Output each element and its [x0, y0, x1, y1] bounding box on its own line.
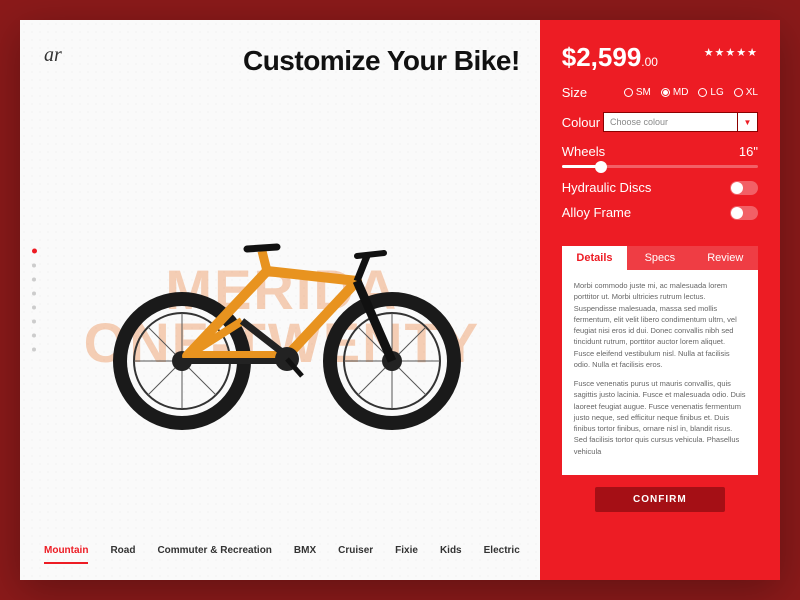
info-tabs: DetailsSpecsReview	[562, 246, 758, 270]
category-tab[interactable]: Fixie	[395, 545, 418, 564]
info-tab-specs[interactable]: Specs	[627, 246, 692, 270]
category-tab[interactable]: Commuter & Recreation	[157, 545, 271, 564]
size-row: Size SM MD LG XL	[562, 85, 758, 100]
carousel-dot[interactable]	[32, 278, 36, 282]
toggle-switch[interactable]	[730, 181, 758, 195]
carousel-dot[interactable]	[32, 306, 36, 310]
toggle-label: Alloy Frame	[562, 205, 631, 220]
product-stage: MERIDA ONE-TWENTY	[44, 97, 520, 535]
colour-label: Colour	[562, 115, 600, 130]
wheels-label: Wheels	[562, 144, 605, 159]
wheels-row: Wheels 16"	[562, 144, 758, 168]
carousel-dot[interactable]	[32, 334, 36, 338]
rating-stars: ★★★★★	[704, 46, 758, 59]
toggle-row: Hydraulic Discs	[562, 180, 758, 195]
carousel-dot[interactable]	[32, 264, 36, 268]
carousel-dot[interactable]	[32, 348, 36, 352]
size-radio-group: SM MD LG XL	[624, 87, 758, 98]
product-customizer-card: ar Customize Your Bike! MERIDA ONE-TWENT…	[20, 20, 780, 580]
category-tabs: Mountain Road Commuter & Recreation BMX Crui…	[44, 535, 520, 564]
toggle-row: Alloy Frame	[562, 205, 758, 220]
size-label: Size	[562, 85, 587, 100]
left-panel: ar Customize Your Bike! MERIDA ONE-TWENT…	[20, 20, 540, 580]
carousel-dot[interactable]	[32, 292, 36, 296]
chevron-down-icon: ▼	[737, 113, 757, 131]
details-paragraph-1: Morbi commodo juste mi, ac malesuada lor…	[574, 280, 746, 370]
size-radio-xl[interactable]: XL	[734, 87, 758, 98]
carousel-dot[interactable]	[32, 320, 36, 324]
category-tab[interactable]: Mountain	[44, 545, 88, 564]
price-cents: .00	[641, 55, 658, 69]
category-tab[interactable]: Electric	[484, 545, 520, 564]
details-paragraph-2: Fusce venenatis purus ut mauris convalli…	[574, 378, 746, 457]
confirm-button[interactable]: CONFIRM	[595, 487, 725, 512]
price-main: $2,599	[562, 42, 642, 72]
category-tab[interactable]: BMX	[294, 545, 316, 564]
colour-select[interactable]: Choose colour ▼	[603, 112, 758, 132]
slider-thumb[interactable]	[595, 161, 607, 173]
colour-select-placeholder: Choose colour	[604, 117, 737, 127]
page-title: Customize Your Bike!	[44, 45, 520, 77]
wheels-slider[interactable]	[562, 165, 758, 168]
info-tab-review[interactable]: Review	[693, 246, 758, 270]
toggle-label: Hydraulic Discs	[562, 180, 652, 195]
category-tab[interactable]: Road	[110, 545, 135, 564]
category-tab[interactable]: Cruiser	[338, 545, 373, 564]
price-row: $2,599.00 ★★★★★	[562, 42, 758, 73]
info-tab-details[interactable]: Details	[562, 246, 627, 270]
wheels-value: 16"	[739, 144, 758, 159]
price: $2,599.00	[562, 42, 658, 73]
colour-row: Colour Choose colour ▼	[562, 112, 758, 132]
toggle-switch[interactable]	[730, 206, 758, 220]
category-tab[interactable]: Kids	[440, 545, 462, 564]
details-content: Morbi commodo juste mi, ac malesuada lor…	[562, 270, 758, 475]
customizer-panel: $2,599.00 ★★★★★ Size SM MD LG XL Colour Cho…	[540, 20, 780, 580]
size-radio-sm[interactable]: SM	[624, 87, 651, 98]
carousel-dot[interactable]	[32, 249, 37, 254]
carousel-dots	[32, 249, 37, 352]
size-radio-md[interactable]: MD	[661, 87, 689, 98]
size-radio-lg[interactable]: LG	[698, 87, 723, 98]
bike-image	[92, 201, 472, 431]
